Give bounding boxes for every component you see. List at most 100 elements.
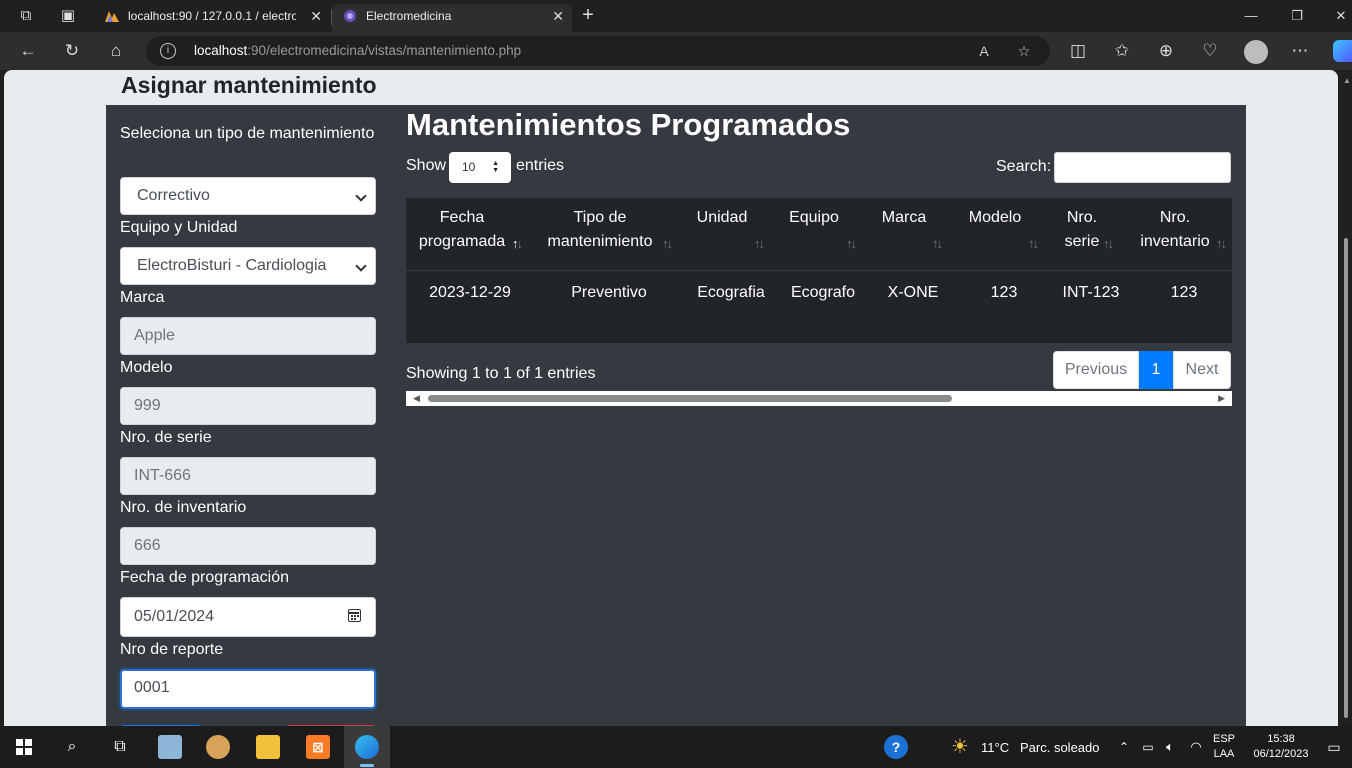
column-header-tipo[interactable]: Tipo de mantenimiento <box>544 206 656 254</box>
home-icon[interactable]: ⌂ <box>104 40 128 62</box>
reporte-label: Nro de reporte <box>120 641 224 658</box>
copilot-icon[interactable] <box>1333 40 1352 62</box>
equipo-select[interactable]: ElectroBisturi - Cardiologia <box>120 247 376 285</box>
tab-electromedicina[interactable]: Electromedicina ✕ <box>332 4 572 32</box>
search-input[interactable] <box>1054 152 1231 183</box>
column-header-modelo[interactable]: Modelo <box>962 206 1028 230</box>
profile-avatar[interactable] <box>1244 40 1268 64</box>
close-tab-icon[interactable]: ✕ <box>552 4 564 28</box>
collections-icon[interactable]: ⊕ <box>1154 40 1178 62</box>
sort-icon[interactable]: ↑↓ <box>846 236 857 251</box>
column-header-marca[interactable]: Marca <box>874 206 934 230</box>
scroll-up-icon[interactable]: ▲ <box>1343 76 1351 85</box>
fecha-label: Fecha de programación <box>120 569 289 586</box>
clock-time: 15:38 <box>1267 733 1295 745</box>
notepad-app-icon[interactable] <box>158 735 182 759</box>
sort-icon[interactable]: ↑↓ <box>1028 236 1039 251</box>
marca-field[interactable]: Apple <box>120 317 376 355</box>
marca-label: Marca <box>120 289 165 306</box>
entries-length-select[interactable]: 10 ▲ ▼ <box>449 152 511 183</box>
restore-icon[interactable]: ❐ <box>1274 6 1320 26</box>
language-indicator[interactable]: ESP LAA <box>1208 732 1240 762</box>
task-view-icon[interactable]: ⧉ <box>108 735 132 759</box>
updown-caret-icon: ▲ ▼ <box>492 160 499 174</box>
address-bar[interactable]: i localhost:90/electromedicina/vistas/ma… <box>146 36 1050 66</box>
weather-desc[interactable]: Parc. soleado <box>1020 740 1100 755</box>
column-header-serie[interactable]: Nro. serie <box>1058 206 1106 254</box>
column-header-inventario[interactable]: Nro. inventario <box>1136 206 1214 254</box>
wifi-icon[interactable]: ◠ <box>1184 735 1208 759</box>
show-label: Show <box>406 157 447 174</box>
tipo-label: Seleciona un tipo de mantenimiento <box>120 125 375 142</box>
column-header-fecha[interactable]: Fecha programada <box>416 206 508 254</box>
more-menu-icon[interactable]: ⋯ <box>1288 40 1312 62</box>
weather-icon[interactable]: ☀ <box>948 735 972 759</box>
split-screen-icon[interactable]: ◫ <box>1066 40 1090 62</box>
edge-browser-icon[interactable] <box>355 735 379 759</box>
sort-asc-icon[interactable]: ↑↓ <box>512 236 523 251</box>
serie-field[interactable]: INT-666 <box>120 457 376 495</box>
modelo-label: Modelo <box>120 359 173 376</box>
notifications-icon[interactable]: ▭ <box>1322 735 1346 759</box>
content-panel: Seleciona un tipo de mantenimiento Corre… <box>106 105 1246 726</box>
table-horizontal-scrollbar[interactable]: ◀ ▶ <box>406 391 1232 406</box>
show-hidden-icons-icon[interactable]: ⌃ <box>1112 735 1136 759</box>
tab-title: localhost:90 / 127.0.0.1 / electromedici… <box>128 9 296 23</box>
xampp-app-icon[interactable]: ⊠ <box>306 735 330 759</box>
back-icon[interactable]: ← <box>16 40 40 62</box>
sort-icon[interactable]: ↑↓ <box>1103 236 1114 251</box>
previous-page-button[interactable]: Previous <box>1053 351 1139 389</box>
windows-start-icon[interactable] <box>16 739 32 755</box>
close-tab-icon[interactable]: ✕ <box>310 4 322 28</box>
help-icon[interactable]: ? <box>884 735 908 759</box>
url-text[interactable]: localhost:90/electromedicina/vistas/mant… <box>194 43 521 58</box>
close-window-icon[interactable]: ✕ <box>1318 6 1352 26</box>
page-vertical-scrollbar[interactable]: ▲ <box>1341 70 1351 726</box>
cell-fecha: 2023-12-29 <box>429 284 511 301</box>
sort-icon[interactable]: ↑↓ <box>662 236 673 251</box>
file-explorer-icon[interactable] <box>256 735 280 759</box>
search-icon[interactable]: ⌕ <box>60 735 84 759</box>
reload-icon[interactable]: ↻ <box>60 40 84 62</box>
fecha-field[interactable]: 05/01/2024 <box>120 597 376 637</box>
search-label: Search: <box>996 158 1052 175</box>
site-info-icon[interactable]: i <box>160 43 176 59</box>
clock[interactable]: 15:38 06/12/2023 <box>1246 732 1316 762</box>
browser-essentials-icon[interactable]: ♡ <box>1198 40 1222 62</box>
new-tab-icon[interactable]: + <box>576 4 600 28</box>
scroll-right-icon[interactable]: ▶ <box>1218 393 1225 404</box>
scrollbar-thumb[interactable] <box>428 395 952 402</box>
reporte-field[interactable]: 0001 <box>120 669 376 709</box>
sort-icon[interactable]: ↑↓ <box>754 236 765 251</box>
modelo-field[interactable]: 999 <box>120 387 376 425</box>
tab-phpmyadmin[interactable]: localhost:90 / 127.0.0.1 / electromedici… <box>94 4 330 32</box>
language-code: ESP <box>1212 733 1235 745</box>
cell-marca: X-ONE <box>887 284 939 301</box>
tab-actions-icon[interactable]: ▣ <box>58 6 78 26</box>
inventario-label: Nro. de inventario <box>120 499 247 516</box>
weather-temp[interactable]: 11°C <box>981 740 1009 755</box>
scrollbar-thumb[interactable] <box>1344 238 1348 718</box>
calendar-icon[interactable] <box>348 609 361 622</box>
paint-app-icon[interactable] <box>206 735 230 759</box>
inventario-field[interactable]: 666 <box>120 527 376 565</box>
column-header-unidad[interactable]: Unidad <box>692 206 752 230</box>
scroll-left-icon[interactable]: ◀ <box>413 393 420 404</box>
sort-icon[interactable]: ↑↓ <box>932 236 943 251</box>
url-path: :90/electromedicina/vistas/mantenimiento… <box>247 43 522 58</box>
volume-icon[interactable]: 🔈︎ <box>1158 735 1182 759</box>
favorite-star-icon[interactable]: ☆ <box>1014 41 1034 61</box>
entries-label: entries <box>516 157 565 174</box>
column-header-equipo[interactable]: Equipo <box>784 206 844 230</box>
favorites-icon[interactable]: ✩ <box>1110 40 1134 62</box>
minimize-icon[interactable]: — <box>1228 6 1274 26</box>
sort-icon[interactable]: ↑↓ <box>1216 236 1227 251</box>
entries-length-value: 10 <box>462 160 476 174</box>
next-page-button[interactable]: Next <box>1173 351 1231 389</box>
tipo-select[interactable]: Correctivo <box>120 177 376 215</box>
battery-icon[interactable]: ▭ <box>1136 735 1160 759</box>
site-icon <box>344 10 356 22</box>
page-1-button[interactable]: 1 <box>1139 351 1173 389</box>
read-aloud-icon[interactable]: A <box>974 41 994 61</box>
workspaces-icon[interactable]: ⧉ <box>16 6 36 26</box>
